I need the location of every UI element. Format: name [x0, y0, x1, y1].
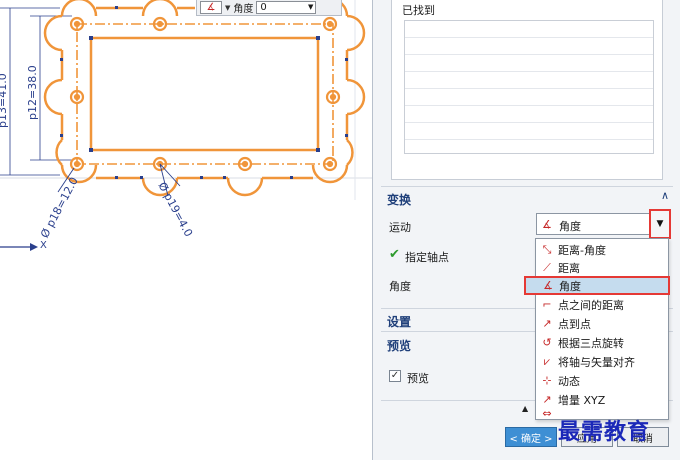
check-icon: ✔: [389, 247, 400, 262]
distance-angle-icon: ⤡: [542, 242, 552, 256]
transform-group-header[interactable]: 变换 ∧: [381, 189, 673, 209]
dropdown-item-point-to-point[interactable]: ↗ 点到点: [536, 314, 668, 333]
dropdown-item-label: 距离-角度: [558, 243, 606, 257]
dropdown-item-distance[interactable]: ⟋ 距离: [536, 258, 668, 277]
dropdown-item-three-point-rotate[interactable]: ↺ 根据三点旋转: [536, 333, 668, 352]
three-point-rotate-icon: ↺: [542, 336, 552, 349]
x-axis-label: X: [40, 240, 47, 251]
dimension-p12[interactable]: p12=38.0: [26, 65, 39, 120]
angle-value-input[interactable]: 0 ▼: [256, 1, 317, 14]
chevron-up-icon[interactable]: ▲: [522, 404, 528, 413]
ok-button[interactable]: < 确定 >: [505, 427, 557, 447]
dropdown-item-align-axis-vector[interactable]: ⩗ 将轴与矢量对齐: [536, 352, 668, 371]
angle-toolbar-label: 角度: [233, 4, 254, 15]
dropdown-item-between-points[interactable]: ⌐ 点之间的距离: [536, 295, 668, 314]
settings-group-title: 设置: [387, 315, 412, 329]
angle-icon: ∡: [542, 218, 552, 231]
dynamic-icon: ⊹: [542, 374, 552, 387]
angle-input-toolbar: ∡ ▼ 角度 0 ▼: [196, 0, 342, 16]
angle-value-text: 0: [260, 2, 267, 13]
point-to-point-icon: ↗: [542, 317, 552, 330]
motion-label: 运动: [389, 221, 411, 234]
dropdown-item-label: 增量 XYZ: [558, 393, 606, 407]
dropdown-item-label: 点之间的距离: [558, 298, 624, 312]
dropdown-item-label: 距离: [558, 261, 580, 275]
more-icon: ⇔: [542, 407, 552, 420]
dropdown-item-label: 角度: [559, 279, 581, 293]
angle-icon: ∡: [543, 279, 553, 292]
chevron-down-icon[interactable]: ▼: [308, 2, 315, 13]
specify-axis-point-label[interactable]: 指定轴点: [405, 249, 449, 265]
preview-group-title: 预览: [387, 339, 412, 353]
chevron-down-icon[interactable]: ▼: [225, 4, 230, 12]
angle-label: 角度: [389, 280, 411, 293]
increment-xyz-icon: ↗: [542, 393, 552, 406]
align-axis-vector-icon: ⩗: [543, 354, 551, 368]
dimension-p13[interactable]: p13=41.0: [0, 73, 9, 128]
found-label: 已找到: [402, 4, 435, 17]
distance-icon: ⟋: [543, 260, 551, 274]
motion-dropdown-button[interactable]: ▼: [649, 209, 671, 239]
chevron-up-icon[interactable]: ∧: [661, 189, 669, 202]
cad-viewport[interactable]: ∡ ▼ 角度 0 ▼ p13=41.0 p12=38.0 Ø p18=12.0 Ø…: [0, 0, 372, 460]
found-objects-panel: 已找到: [391, 0, 663, 180]
motion-select[interactable]: ∡ 角度 ▼: [536, 209, 671, 239]
dropdown-item-label: 动态: [558, 374, 580, 388]
transform-group-title: 变换: [387, 193, 412, 207]
between-points-icon: ⌐: [542, 298, 552, 311]
dropdown-item-distance-angle[interactable]: ⤡ 距离-角度: [536, 240, 668, 259]
preview-checkbox[interactable]: ✓: [389, 370, 401, 382]
angle-icon[interactable]: ∡: [200, 1, 222, 14]
dropdown-item-dynamic[interactable]: ⊹ 动态: [536, 371, 668, 390]
watermark-logo: 最需教育: [558, 419, 651, 445]
dropdown-item-angle[interactable]: ∡ 角度: [524, 276, 670, 295]
dropdown-item-label: 将轴与矢量对齐: [558, 355, 635, 369]
dropdown-item-label: 点到点: [558, 317, 591, 331]
motion-select-value: 角度: [559, 220, 581, 233]
preview-checkbox-label: 预览: [407, 372, 429, 385]
divider: [381, 186, 673, 187]
motion-dropdown-list: ⤡ 距离-角度 ⟋ 距离 ∡ 角度 ⌐ 点之间的距离 ↗ 点到点 ↺ 根据三点旋转 ⩗ 将轴与…: [524, 238, 670, 420]
found-objects-list[interactable]: [404, 20, 654, 154]
chevron-down-icon: ▼: [656, 219, 664, 229]
dropdown-item-label: 根据三点旋转: [558, 336, 624, 350]
